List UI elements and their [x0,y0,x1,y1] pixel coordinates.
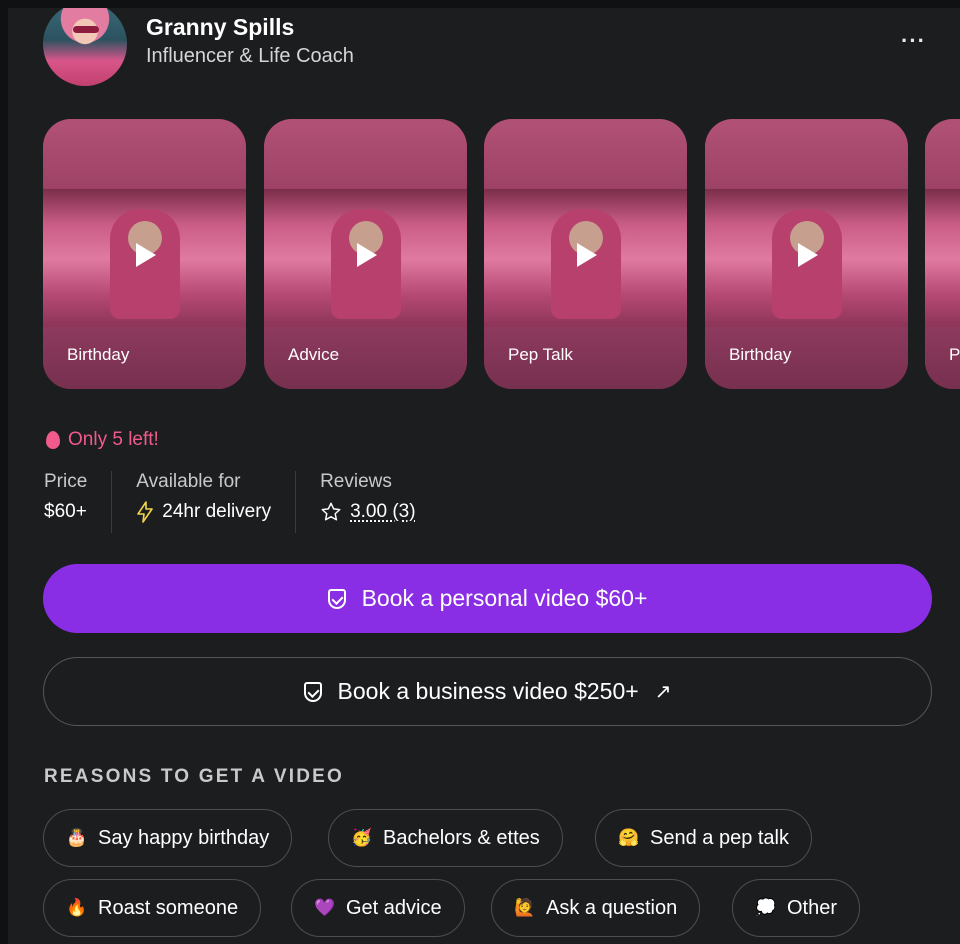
thought-bubble-icon: 💭 [755,898,777,917]
video-card[interactable]: Pep Talk [484,119,687,389]
price-value: $60+ [44,501,87,522]
video-card[interactable]: Birthday [705,119,908,389]
availability-stat: Available for 24hr delivery [136,471,297,533]
play-icon[interactable] [135,243,156,267]
video-card[interactable]: Advice [264,119,467,389]
reviews-stat[interactable]: Reviews 3.00 (3) [320,471,439,533]
video-label: Pep Talk [508,345,573,364]
price-stat: Price $60+ [44,471,113,533]
play-icon[interactable] [356,243,377,267]
reason-chip-label: Send a pep talk [650,826,789,849]
play-icon[interactable] [576,243,597,267]
shield-check-icon [327,588,346,609]
shield-check-icon [303,681,322,702]
reason-chip-birthday[interactable]: 🎂 Say happy birthday [43,809,293,867]
hug-face-icon: 🤗 [618,828,640,847]
talent-profile-panel: Granny Spills Influencer & Life Coach ··… [8,8,960,944]
video-card[interactable]: Birthday [43,119,246,389]
availability-value: 24hr delivery [162,501,272,522]
more-options-icon[interactable]: ··· [901,28,926,54]
video-label: Birthday [729,345,792,364]
book-personal-video-button[interactable]: Book a personal video $60+ [43,564,932,633]
reason-chip-label: Bachelors & ettes [383,826,540,849]
book-personal-video-label: Book a personal video $60+ [361,585,648,611]
reason-chip-label: Ask a question [546,896,678,919]
raised-hand-icon: 🙋 [514,898,536,917]
reason-chip-advice[interactable]: 💜 Get advice [291,879,465,937]
flame-icon [46,431,60,449]
cake-icon: 🎂 [66,828,88,847]
reason-chip-other[interactable]: 💭 Other [732,879,861,937]
fire-icon: 🔥 [66,898,88,917]
video-thumbnail [925,189,960,329]
video-card[interactable]: P [925,119,960,389]
lightning-icon [137,501,154,523]
stock-warning-text: Only 5 left! [68,429,159,450]
reasons-heading: REASONS TO GET A VIDEO [44,766,345,787]
purple-heart-icon: 💜 [314,898,336,917]
availability-label: Available for [136,471,241,492]
video-label: Birthday [67,345,130,364]
reason-chip-pep-talk[interactable]: 🤗 Send a pep talk [595,809,812,867]
reviews-label: Reviews [320,471,392,492]
book-business-video-label: Book a business video $250+ [337,678,639,704]
talent-subtitle: Influencer & Life Coach [146,45,354,67]
price-label: Price [44,471,88,492]
reason-chip-label: Roast someone [98,896,239,919]
talent-name: Granny Spills [146,14,295,40]
reason-chip-label: Other [787,896,838,919]
reason-chip-label: Get advice [346,896,442,919]
video-carousel[interactable]: Birthday Advice Pep Talk Birthday P [43,119,960,389]
stock-warning: Only 5 left! [46,429,159,451]
external-arrow-icon: ↗ [654,681,672,703]
video-label: P [949,345,960,364]
stats-row: Price $60+ Available for 24hr delivery R… [44,471,464,533]
party-face-icon: 🥳 [351,828,373,847]
avatar[interactable] [43,8,127,86]
play-icon[interactable] [797,243,818,267]
reason-chip-bachelors[interactable]: 🥳 Bachelors & ettes [328,809,563,867]
book-business-video-button[interactable]: Book a business video $250+ ↗ [43,657,932,726]
reason-chip-question[interactable]: 🙋 Ask a question [491,879,701,937]
reason-chip-roast[interactable]: 🔥 Roast someone [43,879,262,937]
reviews-link[interactable]: 3.00 (3) [350,501,415,523]
video-label: Advice [288,345,340,364]
star-icon [321,502,341,521]
glasses-detail [73,26,99,33]
reason-chip-label: Say happy birthday [98,826,270,849]
